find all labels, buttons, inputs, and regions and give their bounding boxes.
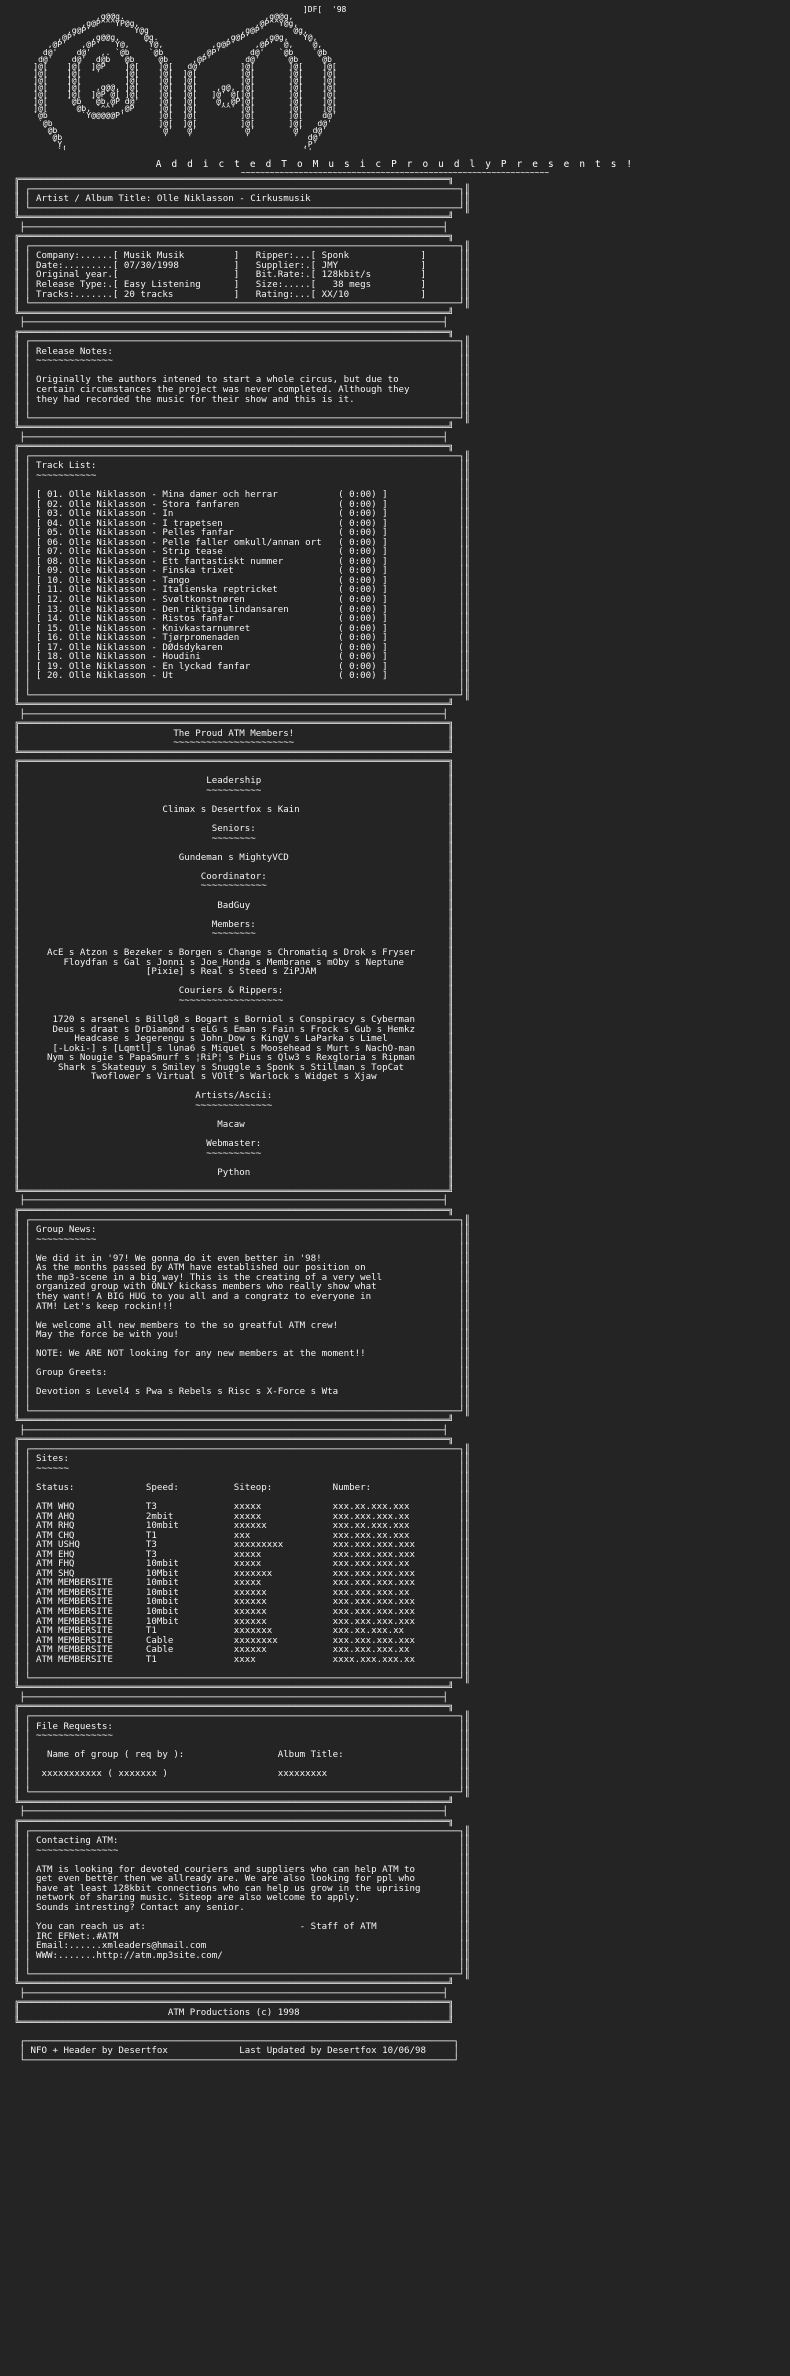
nfo-content: ╔═══════════════════════════════════════… bbox=[0, 174, 790, 2066]
tagline: A d d i c t e d T o M u s i c P r o u d … bbox=[0, 155, 790, 177]
nfo-page: ]DF[ '98 ,g@@g. ,g@@g, ,g@P^^^YP@g, ,@P^… bbox=[0, 0, 790, 2376]
atm-ascii-logo: ]DF[ '98 ,g@@g. ,g@@g, ,g@P^^^YP@g, ,@P^… bbox=[33, 5, 347, 156]
ascii-logo-block: ]DF[ '98 ,g@@g. ,g@@g, ,g@P^^^YP@g, ,@P^… bbox=[0, 0, 790, 156]
nfo-ascii-body: ╔═══════════════════════════════════════… bbox=[14, 174, 470, 2066]
